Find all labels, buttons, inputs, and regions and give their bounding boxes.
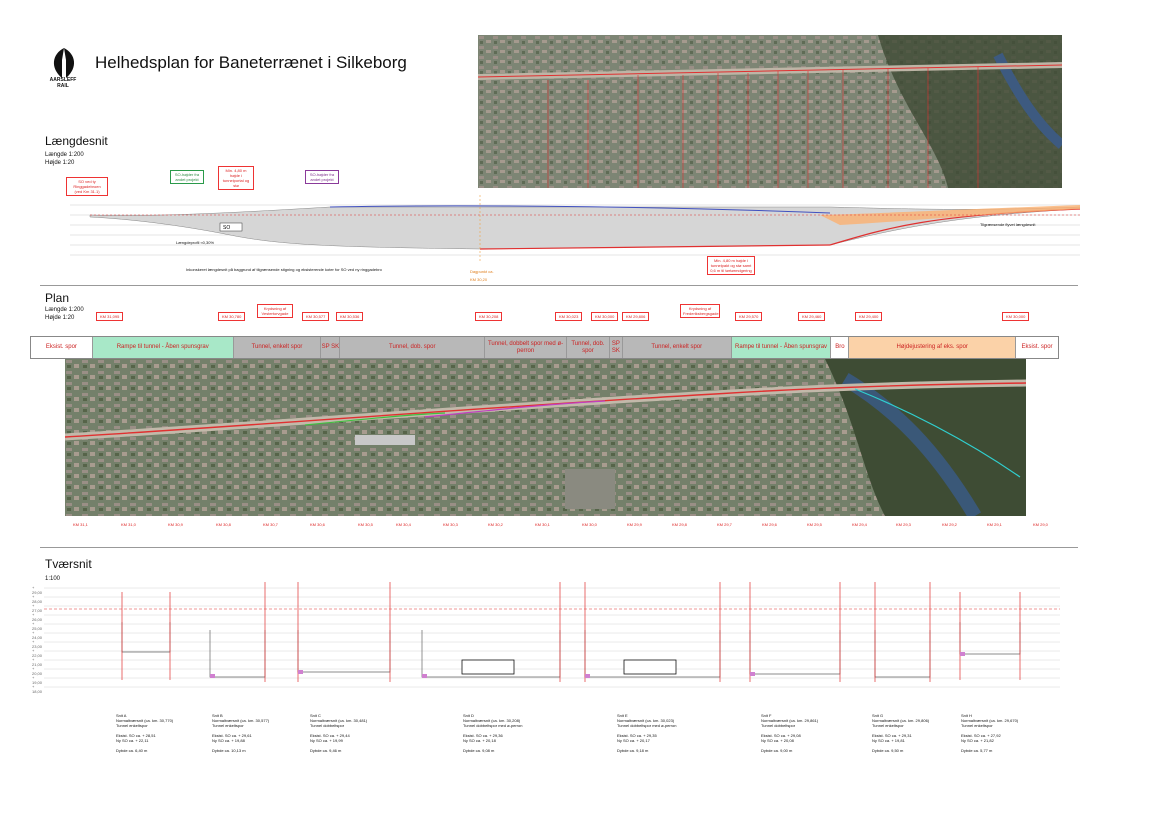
crossing-tag: Krydsning af Vestertorvgade (257, 304, 293, 318)
km-tag: KM 30,536 (336, 312, 364, 321)
segment: Rampe til tunnel - Åben spunsgrav (731, 337, 832, 358)
segment: Eksist. spor (1016, 337, 1058, 358)
plan-scale: Længde 1:200 Højde 1:20 (45, 307, 84, 321)
longitudinal-profile: SO (70, 195, 1080, 263)
divider-1 (40, 285, 1078, 286)
segment: Bro (831, 337, 850, 358)
km-tag: KM 29,570 (735, 312, 763, 321)
logo-text: AARSLEFF RAIL (49, 77, 77, 89)
divider-2 (40, 547, 1078, 548)
cross-heading: Tværsnit (45, 557, 92, 571)
segment: Tunnel, enkelt spor (233, 337, 322, 358)
aerial-photo-plan (65, 359, 1026, 516)
km-tag: KM 29,460 (798, 312, 826, 321)
segment: Rampe til tunnel - Åben spunsgrav (92, 337, 234, 358)
km-tag: KM 30,208 (475, 312, 503, 321)
section-info: Snit E Normaltværsnit (ca. km. 30,023) Tu… (617, 713, 677, 753)
dagpunkt-marker: Dagpunkt ca. KM 30,20 (470, 269, 494, 282)
segment: SP SK (609, 337, 623, 358)
segment: Højdejustering af eks. spor (849, 337, 1017, 358)
segment: SP SK (321, 337, 341, 358)
right-note: Tilgrænsende flyvet længdesnit (980, 222, 1036, 227)
km-tag: KM 30,023 (555, 312, 583, 321)
cross-sections (44, 582, 1060, 688)
segment: Tunnel, dob. spor (340, 337, 486, 358)
callout-so-green: SO-højder fra andet projekt (170, 170, 204, 184)
km-tag: KM 30,000 (1002, 312, 1030, 321)
page-title: Helhedsplan for Baneterrænet i Silkeborg (95, 53, 407, 72)
km-tag: KM 29,400 (855, 312, 883, 321)
segment: Tunnel, dob. spor (566, 337, 610, 358)
section-info: Snit F Normaltværsnit (ca. km. 29,861) Tu… (761, 713, 819, 753)
section-info: Snit A Normaltværsnit (ca. km. 30,770) Tu… (116, 713, 174, 753)
longitudinal-footnote: Inkonskeret længdesnit på baggrund af ti… (186, 267, 382, 272)
section-info: Snit G Normaltværsnit (ca. km. 29,806) Tu… (872, 713, 930, 753)
km-tag: KM 30,577 (302, 312, 330, 321)
aerial-photo-top (478, 35, 1062, 188)
longitudinal-heading: Længdesnit (45, 134, 108, 148)
so-label: SO (223, 225, 230, 231)
section-info: Snit C Normaltværsnit (ca. km. 30,481) Tu… (310, 713, 368, 753)
km-tag: KM 30,780 (218, 312, 246, 321)
section-info: Snit B Normaltværsnit (ca. km. 30,577) Tu… (212, 713, 270, 753)
segment: Tunnel, enkelt spor (622, 337, 732, 358)
plan-heading: Plan (45, 291, 70, 305)
slope-note: Længdeprofil ≈0,30% (176, 240, 214, 245)
segment-bar: Eksist. spor Rampe til tunnel - Åben spu… (30, 336, 1059, 359)
segment: Tunnel, dobbelt spor med ø-perron (485, 337, 567, 358)
section-info: Snit H Normaltværsnit (ca. km. 29,670) Tu… (961, 713, 1019, 753)
km-row: KM 31,1 KM 31,0 KM 30,9 KM 30,8 KM 30,7 KM … (73, 522, 1048, 527)
longitudinal-scale: Længde 1:200 Højde 1:20 (45, 152, 84, 166)
segment: Eksist. spor (31, 337, 93, 358)
callout-so-purple: SO-højder fra andet projekt (305, 170, 339, 184)
km-tag: KM 31,095 (96, 312, 124, 321)
km-tag: KM 29,806 (622, 312, 650, 321)
crossing-tag: Krydsning af Frederiksbergsgade (680, 304, 720, 318)
km-tag: KM 30,000 (591, 312, 619, 321)
section-info: Snit D Normaltværsnit (ca. km. 30,208) Tu… (463, 713, 523, 753)
